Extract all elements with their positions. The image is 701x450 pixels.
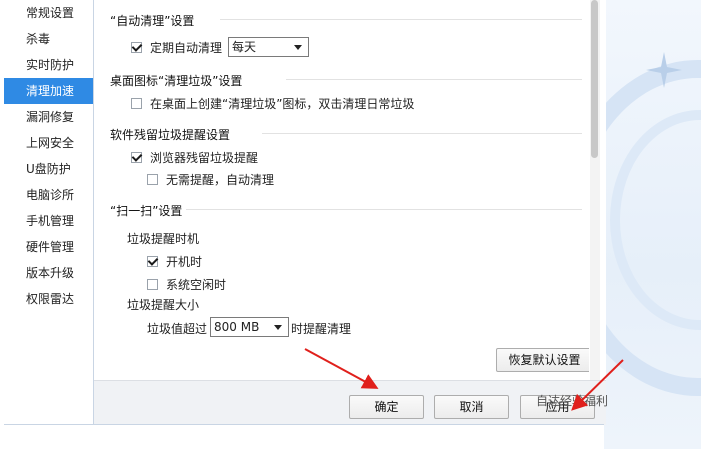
- sidebar-item-pc-clinic[interactable]: 电脑诊所: [4, 182, 93, 208]
- desktop-icon-checkbox-row[interactable]: 在桌面上创建“清理垃圾”图标，双击清理日常垃圾: [131, 95, 414, 112]
- auto-residual-label: 无需提醒，自动清理: [166, 173, 275, 187]
- sidebar-item-general[interactable]: 常规设置: [4, 0, 93, 26]
- reminder-timing-label: 垃圾提醒时机: [127, 232, 200, 246]
- sidebar-item-antivirus[interactable]: 杀毒: [4, 26, 93, 52]
- desktop-icon-section-title: 桌面图标“清理垃圾”设置: [110, 74, 243, 88]
- sidebar-item-hardware-management[interactable]: 硬件管理: [4, 234, 93, 260]
- auto-residual-checkbox-row[interactable]: 无需提醒，自动清理: [147, 171, 274, 188]
- boot-checkbox-row[interactable]: 开机时: [147, 253, 202, 270]
- auto-clean-checkbox-row[interactable]: 定期自动清理: [131, 39, 222, 56]
- auto-clean-section-title: “自动清理”设置: [110, 14, 195, 28]
- auto-residual-checkbox[interactable]: [147, 174, 158, 185]
- chevron-down-icon: [294, 45, 302, 50]
- window-bottom-edge: [4, 424, 604, 450]
- scrollbar-thumb[interactable]: [591, 0, 598, 158]
- vertical-scrollbar[interactable]: [590, 0, 600, 380]
- sidebar-item-phone-management[interactable]: 手机管理: [4, 208, 93, 234]
- auto-clean-checkbox[interactable]: [131, 42, 142, 53]
- sidebar-item-permission-radar[interactable]: 权限雷达: [4, 286, 93, 312]
- desktop-icon-label: 在桌面上创建“清理垃圾”图标，双击清理日常垃圾: [150, 97, 415, 111]
- background-decoration: [600, 0, 701, 449]
- clean-frequency-value: 每天: [232, 40, 257, 54]
- section-divider: [286, 79, 582, 80]
- clean-frequency-select[interactable]: 每天: [228, 37, 309, 57]
- reminder-size-label: 垃圾提醒大小: [127, 298, 200, 312]
- idle-checkbox-row[interactable]: 系统空闲时: [147, 276, 226, 293]
- idle-label: 系统空闲时: [166, 278, 227, 292]
- sidebar-item-version-upgrade[interactable]: 版本升级: [4, 260, 93, 286]
- watermark-text: 自达经验福利: [536, 394, 609, 408]
- section-divider: [186, 209, 582, 210]
- settings-main-panel: “自动清理”设置 定期自动清理 每天 桌面图标“清理垃圾”设置 在桌面上创建“清…: [94, 0, 606, 425]
- cancel-button[interactable]: 取消: [434, 395, 509, 419]
- idle-checkbox[interactable]: [147, 279, 158, 290]
- threshold-suffix-label: 时提醒清理: [291, 322, 352, 336]
- section-divider: [220, 19, 582, 20]
- boot-checkbox[interactable]: [147, 256, 158, 267]
- sidebar-item-realtime-protection[interactable]: 实时防护: [4, 52, 93, 78]
- desktop-icon-checkbox[interactable]: [131, 98, 142, 109]
- sparkle-icon: [646, 52, 682, 88]
- auto-clean-label: 定期自动清理: [150, 41, 223, 55]
- settings-sidebar: 常规设置 杀毒 实时防护 清理加速 漏洞修复 上网安全 U盘防护 电脑诊所 手机…: [4, 0, 94, 424]
- threshold-size-select[interactable]: 800 MB: [210, 317, 289, 337]
- browser-residual-checkbox-row[interactable]: 浏览器残留垃圾提醒: [131, 149, 258, 166]
- browser-residual-label: 浏览器残留垃圾提醒: [150, 151, 259, 165]
- restore-defaults-button[interactable]: 恢复默认设置: [496, 348, 589, 372]
- scan-section-title: “扫一扫”设置: [110, 204, 183, 218]
- sidebar-item-cleanup-speedup[interactable]: 清理加速: [4, 78, 93, 104]
- threshold-size-value: 800 MB: [214, 320, 260, 334]
- threshold-prefix-label: 垃圾值超过: [147, 322, 208, 336]
- residual-section-title: 软件残留垃圾提醒设置: [110, 128, 231, 142]
- sidebar-item-usb-protection[interactable]: U盘防护: [4, 156, 93, 182]
- boot-label: 开机时: [166, 255, 203, 269]
- browser-residual-checkbox[interactable]: [131, 152, 142, 163]
- section-divider: [262, 133, 582, 134]
- ok-button[interactable]: 确定: [349, 395, 424, 419]
- settings-content: “自动清理”设置 定期自动清理 每天 桌面图标“清理垃圾”设置 在桌面上创建“清…: [94, 0, 589, 380]
- chevron-down-icon: [274, 325, 282, 330]
- sidebar-item-web-security[interactable]: 上网安全: [4, 130, 93, 156]
- dialog-footer: 确定 取消 应用: [94, 380, 606, 425]
- sidebar-item-vulnerability-fix[interactable]: 漏洞修复: [4, 104, 93, 130]
